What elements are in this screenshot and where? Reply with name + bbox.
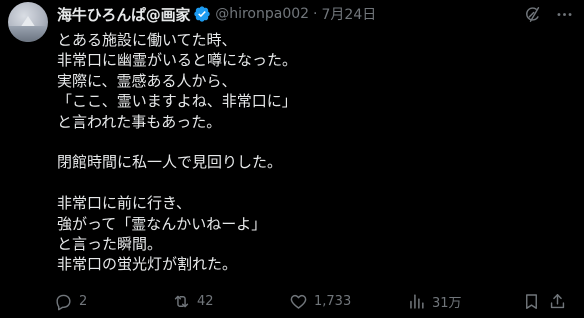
tweet-text: とある施設に働いてた時、 非常口に幽霊がいると噂になった。 実際に、霊感ある人か… (57, 30, 572, 275)
repost-icon (172, 292, 191, 311)
views-button[interactable]: 31万 (407, 288, 462, 314)
display-name[interactable]: 海牛ひろんぱ@画家 (57, 4, 190, 25)
reply-icon (54, 292, 73, 311)
avatar[interactable] (8, 2, 48, 42)
reply-button[interactable]: 2 (54, 288, 87, 314)
share-icon (548, 292, 567, 311)
share-button[interactable] (548, 288, 567, 314)
post-date[interactable]: 7月24日 (322, 4, 377, 24)
tweet-text-line (57, 132, 572, 152)
tweet-text-line: と言われた事もあった。 (57, 112, 222, 131)
tweet-header: 海牛ひろんぱ@画家 @hironpa002 · 7月24日 (57, 3, 376, 25)
repost-count: 42 (197, 293, 214, 309)
bookmark-button[interactable] (522, 288, 541, 314)
tweet-text-line: 非常口に幽霊がいると噂になった。 (57, 51, 298, 70)
tweet-text-line: 「ここ、霊いますよね、非常口に」 (57, 92, 297, 111)
views-count: 31万 (432, 295, 462, 311)
bookmark-icon (522, 292, 541, 311)
views-icon (407, 292, 426, 311)
top-icons (522, 2, 574, 26)
tweet-text-line: 非常口に前に行き、 (57, 194, 191, 213)
heart-icon (289, 292, 308, 311)
tweet-text-line: 非常口の蛍光灯が割れた。 (57, 255, 238, 274)
tweet-text-line: と言った瞬間。 (57, 234, 163, 253)
tweet-text-line: 閉館時間に私一人で見回りした。 (57, 153, 283, 172)
verified-badge-icon[interactable] (193, 5, 211, 23)
separator-dot: · (313, 6, 318, 22)
tweet-text-line: 実際に、霊感ある人から、 (57, 71, 237, 90)
like-count: 1,733 (314, 293, 352, 309)
more-icon[interactable] (554, 4, 574, 24)
tweet-text-line (57, 173, 572, 193)
reply-count: 2 (79, 293, 88, 309)
tweet[interactable]: 海牛ひろんぱ@画家 @hironpa002 · 7月24日 とある施設に働いてた… (0, 0, 584, 318)
repost-button[interactable]: 42 (172, 288, 214, 314)
like-button[interactable]: 1,733 (289, 288, 351, 314)
handle[interactable]: @hironpa002 (215, 6, 309, 22)
tweet-text-line: 強がって「霊なんかいねーよ」 (57, 214, 267, 233)
tweet-text-line: とある施設に働いてた時、 (57, 31, 237, 49)
action-bar: 2 42 1,733 31万 (48, 288, 572, 314)
grok-icon[interactable] (522, 4, 542, 24)
